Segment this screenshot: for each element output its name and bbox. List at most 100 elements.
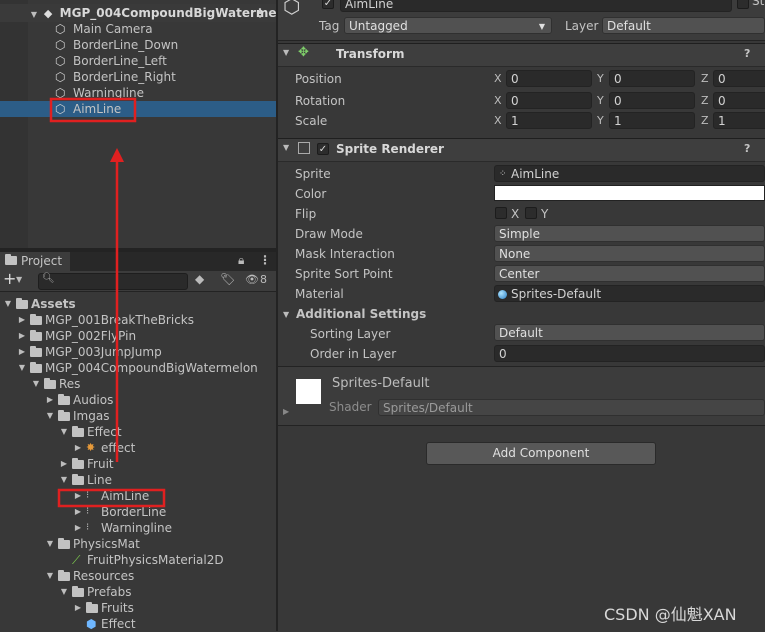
expanded-arrow-icon[interactable]: ▼ bbox=[30, 376, 42, 392]
project-tree-item-label: effect bbox=[101, 441, 136, 455]
sorting-layer-dropdown[interactable]: Default bbox=[494, 324, 765, 341]
project-tree-item[interactable]: ▶ ⁝ BorderLine bbox=[0, 504, 276, 520]
hidden-eye-icon[interactable]: 👁︎ bbox=[245, 273, 259, 286]
create-add-button[interactable]: + bbox=[3, 269, 16, 288]
collapsed-arrow-icon[interactable]: ▶ bbox=[16, 344, 28, 360]
additional-settings-label[interactable]: Additional Settings bbox=[296, 306, 426, 322]
search-input[interactable]: 🔍︎ bbox=[38, 273, 188, 290]
material-object-field[interactable]: Sprites-Default bbox=[494, 285, 765, 302]
project-tree-item[interactable]: ▶ MGP_003JumpJump bbox=[0, 344, 276, 360]
project-tree-item[interactable]: ▼ Assets bbox=[0, 296, 276, 312]
foldout-arrow-icon[interactable]: ▼ bbox=[283, 143, 289, 152]
expanded-arrow-icon[interactable]: ▼ bbox=[16, 360, 28, 376]
folder-icon bbox=[72, 458, 84, 469]
project-tree-item-label: Prefabs bbox=[87, 585, 132, 599]
project-tree-item[interactable]: ⟋ FruitPhysicsMaterial2D bbox=[0, 552, 276, 568]
collapsed-arrow-icon[interactable]: ▶ bbox=[72, 520, 84, 536]
order-in-layer-field[interactable]: 0 bbox=[494, 345, 765, 362]
shader-dropdown[interactable]: Sprites/Default bbox=[378, 399, 765, 416]
draw-mode-dropdown[interactable]: Simple bbox=[494, 225, 765, 242]
expanded-arrow-icon[interactable]: ▼ bbox=[58, 584, 70, 600]
transform-header[interactable]: ▼ ✥ Transform ? bbox=[278, 43, 765, 67]
pos-x-field[interactable]: 0 bbox=[506, 70, 592, 87]
foldout-arrow-icon[interactable]: ▼ bbox=[283, 310, 289, 319]
foldout-arrow-icon[interactable]: ▼ bbox=[283, 48, 289, 57]
project-tree-item[interactable]: ▼ Prefabs bbox=[0, 584, 276, 600]
collapsed-arrow-icon[interactable]: ▶ bbox=[72, 440, 84, 456]
expanded-arrow-icon[interactable]: ▼ bbox=[44, 408, 56, 424]
collapsed-arrow-icon[interactable]: ▶ bbox=[16, 312, 28, 328]
rot-x-field[interactable]: 0 bbox=[506, 92, 592, 109]
collapsed-arrow-icon[interactable]: ▶ bbox=[58, 456, 70, 472]
sprite-object-field[interactable]: ⁘ AimLine bbox=[494, 165, 765, 182]
rot-z-field[interactable]: 0 bbox=[713, 92, 765, 109]
help-icon[interactable]: ? bbox=[744, 142, 750, 155]
hierarchy-item-label: Warningline bbox=[73, 86, 144, 100]
project-tree-item[interactable]: ▶ ⁝ Warningline bbox=[0, 520, 276, 536]
rot-y-field[interactable]: 0 bbox=[609, 92, 695, 109]
add-component-button[interactable]: Add Component bbox=[426, 442, 656, 465]
project-tree-item[interactable]: ▶ Audios bbox=[0, 392, 276, 408]
collapsed-arrow-icon[interactable]: ▶ bbox=[44, 392, 56, 408]
pos-z-field[interactable]: 0 bbox=[713, 70, 765, 87]
project-tree-item[interactable]: ▼ Res bbox=[0, 376, 276, 392]
expanded-arrow-icon[interactable]: ▼ bbox=[58, 472, 70, 488]
expanded-arrow-icon[interactable]: ▼ bbox=[2, 296, 14, 312]
project-tree-item[interactable]: ▼ Effect bbox=[0, 424, 276, 440]
project-tree-item[interactable]: ▼ Imgas bbox=[0, 408, 276, 424]
project-tree-item[interactable]: ▼ Line bbox=[0, 472, 276, 488]
lock-icon[interactable]: 🔒︎ bbox=[238, 253, 244, 268]
collapsed-arrow-icon[interactable]: ▶ bbox=[16, 328, 28, 344]
static-checkbox[interactable] bbox=[737, 0, 749, 9]
scl-x-field[interactable]: 1 bbox=[506, 112, 592, 129]
color-swatch[interactable] bbox=[494, 185, 765, 201]
collapsed-arrow-icon[interactable]: ▶ bbox=[72, 600, 84, 616]
hierarchy-item[interactable]: ⬡ Warningline bbox=[0, 85, 276, 101]
help-icon[interactable]: ? bbox=[744, 47, 750, 60]
mask-interaction-dropdown[interactable]: None bbox=[494, 245, 765, 262]
project-tree-item[interactable]: ▶ MGP_001BreakTheBricks bbox=[0, 312, 276, 328]
sprite-renderer-header[interactable]: ▼ ✓ Sprite Renderer ? bbox=[278, 138, 765, 162]
project-tree-item[interactable]: ▶ ⁝ AimLine bbox=[0, 488, 276, 504]
scene-header-row[interactable]: ▼ ◆ MGP_004CompoundBigWaterme ⋮ bbox=[0, 4, 277, 22]
project-tree-item[interactable]: ▼ PhysicsMat bbox=[0, 536, 276, 552]
collapsed-arrow-icon[interactable]: ▶ bbox=[72, 488, 84, 504]
scl-z-field[interactable]: 1 bbox=[713, 112, 765, 129]
flip-y-checkbox[interactable] bbox=[525, 207, 537, 219]
scl-y-field[interactable]: 1 bbox=[609, 112, 695, 129]
expanded-arrow-icon[interactable]: ▼ bbox=[44, 536, 56, 552]
hierarchy-item[interactable]: ⬡ AimLine bbox=[0, 101, 276, 117]
filter-by-type-icon[interactable]: ◆ bbox=[195, 272, 204, 286]
tag-dropdown[interactable]: Untagged ▼ bbox=[344, 17, 552, 34]
scene-menu-icon[interactable]: ⋮ bbox=[254, 4, 266, 22]
project-tree-item[interactable]: ▶ ✸ effect bbox=[0, 440, 276, 456]
expanded-arrow-icon[interactable]: ▼ bbox=[44, 568, 56, 584]
collapsed-arrow-icon[interactable]: ▶ bbox=[72, 504, 84, 520]
object-name-field[interactable]: AimLine bbox=[340, 0, 732, 12]
project-tree-item[interactable]: ▶ Fruits bbox=[0, 600, 276, 616]
hierarchy-item[interactable]: ⬡ BorderLine_Right bbox=[0, 69, 276, 85]
foldout-arrow-icon[interactable]: ▶ bbox=[283, 407, 289, 416]
inspector-panel: ⬡ ✓ AimLine St Tag Untagged ▼ Layer Defa… bbox=[278, 0, 765, 631]
layer-dropdown[interactable]: Default bbox=[602, 17, 765, 34]
filter-by-label-icon[interactable]: 🏷︎ bbox=[220, 272, 235, 286]
tab-menu-icon[interactable]: ⋮ bbox=[259, 253, 271, 267]
hierarchy-item[interactable]: ⬡ BorderLine_Down bbox=[0, 37, 276, 53]
tag-label: Tag bbox=[319, 19, 340, 33]
sprite-sort-point-dropdown[interactable]: Center bbox=[494, 265, 765, 282]
project-tree-item[interactable]: ▼ MGP_004CompoundBigWatermelon bbox=[0, 360, 276, 376]
project-tree-item-label: PhysicsMat bbox=[73, 537, 140, 551]
active-checkbox[interactable]: ✓ bbox=[322, 0, 334, 9]
sprite-renderer-enabled-checkbox[interactable]: ✓ bbox=[317, 143, 329, 155]
expanded-arrow-icon[interactable]: ▼ bbox=[58, 424, 70, 440]
hierarchy-item[interactable]: ⬡ BorderLine_Left bbox=[0, 53, 276, 69]
pos-y-field[interactable]: 0 bbox=[609, 70, 695, 87]
order-in-layer-label: Order in Layer bbox=[310, 347, 397, 361]
chevron-down-icon[interactable]: ▼ bbox=[16, 275, 22, 284]
project-tree-item[interactable]: ▶ Fruit bbox=[0, 456, 276, 472]
hierarchy-item[interactable]: ⬡ Main Camera bbox=[0, 21, 276, 37]
project-tree-item[interactable]: ▼ Resources bbox=[0, 568, 276, 584]
project-tree-item[interactable]: ▶ MGP_002FlyPin bbox=[0, 328, 276, 344]
project-tree-item[interactable]: ⬢ Effect bbox=[0, 616, 276, 632]
flip-x-checkbox[interactable] bbox=[495, 207, 507, 219]
